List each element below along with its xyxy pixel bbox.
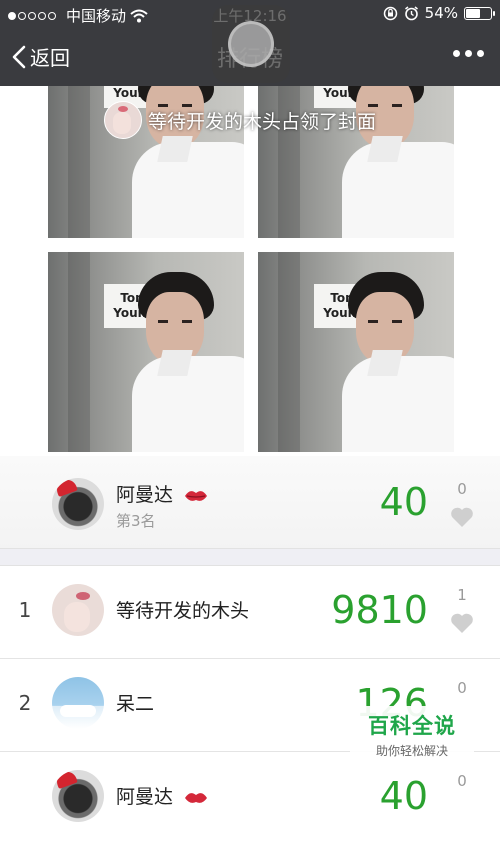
cover-photo-grid: TomYoung TomYoung TomYoung TomYoung [0, 38, 500, 456]
status-right: 54% [383, 4, 495, 22]
watermark-subtitle: 助你轻松解决 [375, 744, 448, 758]
like-count: 0 [457, 772, 467, 790]
my-rank-card[interactable]: 阿曼达 第3名 40 0 [0, 456, 500, 550]
more-menu-button[interactable] [453, 50, 484, 57]
battery-icon [464, 6, 495, 20]
list-item[interactable]: 阿曼达 40 0 [0, 752, 500, 845]
my-like-count: 0 [457, 480, 467, 498]
list-item[interactable]: 1 等待开发的木头 9810 1 [0, 566, 500, 659]
like-count: 0 [457, 679, 467, 697]
avatar[interactable] [104, 101, 142, 139]
watermark-logo: 百科全说 助你轻松解决 [350, 706, 474, 764]
more-dot-icon [453, 50, 460, 57]
more-dot-icon [477, 50, 484, 57]
cover-photo[interactable]: TomYoung [48, 252, 244, 452]
like-count: 1 [457, 586, 467, 604]
cover-photo[interactable]: TomYoung [258, 252, 454, 452]
more-dot-icon [465, 50, 472, 57]
my-name: 阿曼达 [116, 480, 209, 507]
assistive-touch-button[interactable] [212, 5, 290, 83]
assistive-touch-icon [228, 21, 274, 67]
watermark-title: 百科全说 [368, 714, 456, 738]
my-rank-label: 第3名 [116, 512, 156, 530]
kiss-icon [185, 792, 208, 803]
avatar[interactable] [52, 677, 104, 729]
rank-number: 2 [18, 691, 32, 715]
section-divider [0, 548, 500, 566]
kiss-icon [185, 490, 208, 501]
user-name: 等待开发的木头 [116, 600, 250, 622]
user-score: 9810 [331, 588, 428, 632]
avatar[interactable] [52, 478, 104, 530]
user-name: 阿曼达 [116, 782, 209, 809]
user-score: 40 [379, 774, 428, 818]
rank-number: 1 [18, 598, 32, 622]
heart-icon[interactable] [450, 612, 474, 634]
battery-percent: 54% [424, 4, 458, 22]
avatar[interactable] [52, 770, 104, 822]
user-name: 呆二 [116, 693, 155, 715]
cover-owner-banner: 等待开发的木头占领了封面 [104, 101, 377, 139]
my-score: 40 [379, 480, 428, 524]
alarm-icon [404, 5, 418, 20]
cover-banner-text: 等待开发的木头占领了封面 [148, 110, 377, 133]
avatar[interactable] [52, 584, 104, 636]
heart-icon[interactable] [450, 506, 474, 528]
rotation-lock-icon [383, 6, 397, 20]
